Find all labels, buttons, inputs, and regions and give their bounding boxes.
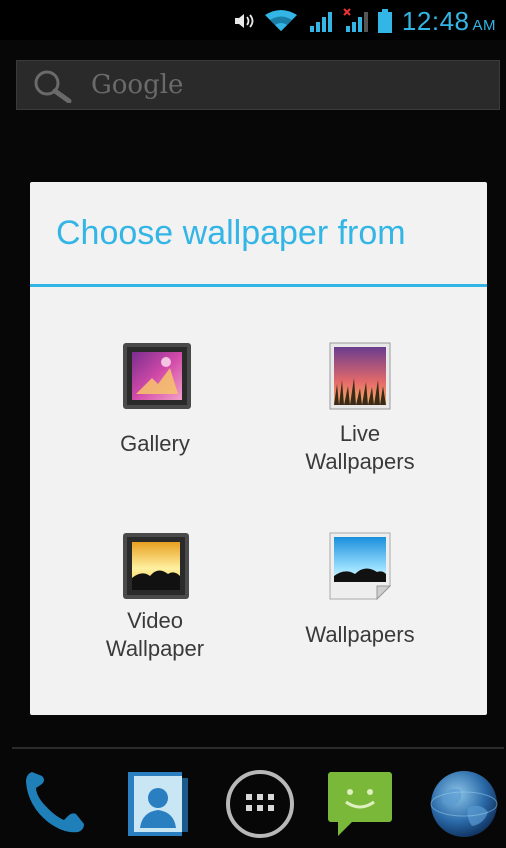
status-clock: 12:48 AM [402, 6, 496, 37]
option-video-wallpaper-label: Video Wallpaper [105, 608, 205, 661]
dialog-title: Choose wallpaper from [56, 214, 406, 252]
wallpapers-icon [329, 532, 391, 600]
clock-ampm: AM [472, 17, 496, 34]
wifi-icon [265, 10, 297, 31]
battery-icon [378, 9, 392, 33]
option-wallpapers-label: Wallpapers [305, 622, 415, 647]
signal-icon [309, 10, 333, 32]
app-drawer-icon[interactable] [224, 768, 296, 840]
dialog-divider [30, 284, 487, 287]
option-wallpapers[interactable]: Wallpapers [285, 527, 435, 677]
choose-wallpaper-dialog: Choose wallpaper from Gallery Live Wallp… [30, 182, 487, 715]
dock-divider [12, 747, 504, 749]
contacts-icon[interactable] [124, 770, 190, 838]
clock-time: 12:48 [401, 6, 470, 36]
option-live-wallpapers-label: Live Wallpapers [305, 421, 415, 474]
status-bar: 12:48 AM [0, 0, 506, 40]
gallery-icon [123, 343, 191, 409]
phone-icon[interactable] [18, 766, 88, 838]
search-placeholder: Google [91, 70, 184, 100]
speaker-icon [235, 14, 254, 28]
option-gallery-label: Gallery [120, 431, 190, 456]
video-wallpaper-icon [123, 533, 189, 599]
option-video-wallpaper[interactable]: Video Wallpaper [80, 527, 230, 677]
globe-icon[interactable] [428, 768, 500, 840]
google-search-bar[interactable]: Google [16, 60, 500, 110]
live-wallpapers-icon [329, 342, 391, 410]
option-live-wallpapers[interactable]: Live Wallpapers [285, 332, 435, 482]
signal-no-sim-icon [343, 8, 368, 32]
search-icon [34, 70, 72, 103]
option-gallery[interactable]: Gallery [80, 332, 230, 472]
messaging-icon[interactable] [326, 770, 394, 840]
